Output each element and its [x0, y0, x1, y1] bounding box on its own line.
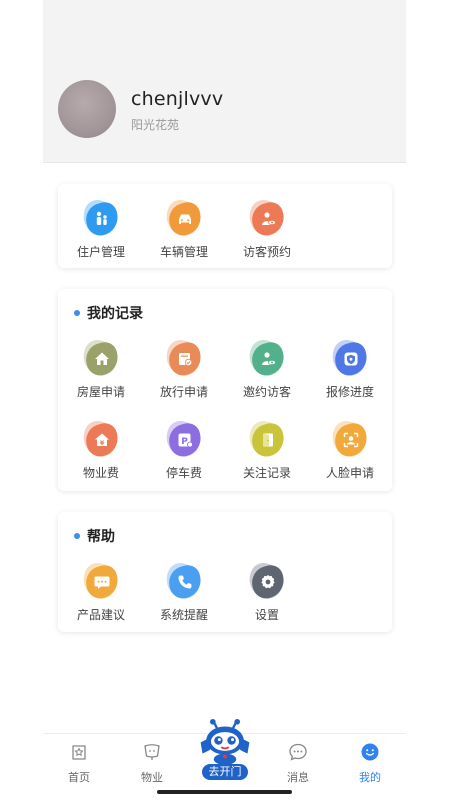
parking-fee-button[interactable]: P 停车费 — [149, 417, 219, 481]
product-suggestion-label: 产品建议 — [76, 608, 125, 622]
tab-property[interactable]: 物业 — [127, 742, 177, 785]
visitor-eye-icon — [259, 210, 277, 228]
follow-record-label: 关注记录 — [242, 466, 291, 480]
face-application-label: 人脸申请 — [325, 466, 374, 480]
invite-visitor-icon — [259, 350, 277, 368]
home-indicator[interactable] — [157, 790, 292, 794]
house-application-label: 房屋申请 — [76, 385, 125, 399]
help-title-text: 帮助 — [87, 529, 115, 545]
tab-home[interactable]: 首页 — [54, 742, 104, 785]
gear-icon — [259, 573, 277, 591]
title-dot — [74, 533, 80, 539]
open-door-label: 去开门 — [202, 764, 248, 780]
profile-screen: chenjlvvv 阳光花苑 住户管理 车辆管理 访客预约 我的记录 房屋申请 … — [43, 0, 406, 800]
open-door-button[interactable]: 去开门 — [193, 718, 257, 782]
home-star-icon — [72, 745, 86, 760]
invite-visitor-button[interactable]: 邀约访客 — [232, 336, 302, 400]
door-icon — [259, 431, 277, 449]
profile-header: chenjlvvv 阳光花苑 — [43, 0, 406, 163]
visitor-appointment-button[interactable]: 访客预约 — [232, 196, 302, 260]
resident-icon — [93, 210, 111, 228]
product-suggestion-button[interactable]: 产品建议 — [66, 559, 136, 623]
tab-messages[interactable]: 消息 — [273, 742, 323, 785]
profile-smile-icon — [361, 743, 379, 761]
property-fee-button[interactable]: ¥ 物业费 — [66, 417, 136, 481]
title-dot — [74, 310, 80, 316]
car-icon — [176, 210, 194, 228]
resident-management-label: 住户管理 — [76, 245, 125, 259]
help-title: 帮助 — [74, 526, 115, 546]
settings-button[interactable]: 设置 — [232, 559, 302, 623]
vehicle-management-label: 车辆管理 — [159, 245, 208, 259]
help-card: 帮助 产品建议 系统提醒 设置 — [58, 512, 392, 632]
property-fee-label: 物业费 — [82, 466, 119, 480]
system-reminder-label: 系统提醒 — [159, 608, 208, 622]
system-reminder-button[interactable]: 系统提醒 — [149, 559, 219, 623]
tab-mine-label: 我的 — [359, 771, 381, 784]
visitor-appointment-label: 访客预约 — [242, 245, 291, 259]
face-icon — [342, 431, 360, 449]
community-name: 阳光花苑 — [131, 118, 180, 132]
face-application-button[interactable]: 人脸申请 — [315, 417, 385, 481]
parking-fee-icon: P — [176, 431, 194, 449]
message-icon — [289, 743, 307, 761]
phone-icon — [176, 573, 194, 591]
username: chenjlvvv — [131, 88, 224, 110]
svg-text:¥: ¥ — [100, 439, 105, 447]
avatar[interactable] — [58, 80, 116, 138]
tab-home-label: 首页 — [68, 771, 90, 784]
resident-management-button[interactable]: 住户管理 — [66, 196, 136, 260]
follow-record-button[interactable]: 关注记录 — [232, 417, 302, 481]
tab-property-label: 物业 — [141, 771, 163, 784]
chat-bubble-icon — [93, 573, 111, 591]
release-application-label: 放行申请 — [159, 385, 208, 399]
repair-progress-label: 报修进度 — [325, 385, 374, 399]
repair-progress-button[interactable]: 报修进度 — [315, 336, 385, 400]
vehicle-management-button[interactable]: 车辆管理 — [149, 196, 219, 260]
management-card: 住户管理 车辆管理 访客预约 — [58, 184, 392, 268]
property-fee-icon: ¥ — [93, 431, 111, 449]
property-icon — [144, 744, 160, 760]
records-title: 我的记录 — [74, 303, 143, 323]
release-application-button[interactable]: 放行申请 — [149, 336, 219, 400]
svg-text:P: P — [181, 437, 188, 447]
repair-shield-icon — [342, 350, 360, 368]
settings-label: 设置 — [254, 608, 279, 622]
tab-messages-label: 消息 — [287, 771, 309, 784]
parking-fee-label: 停车费 — [165, 466, 202, 480]
tab-mine[interactable]: 我的 — [345, 742, 395, 785]
records-title-text: 我的记录 — [87, 306, 143, 322]
house-application-button[interactable]: 房屋申请 — [66, 336, 136, 400]
records-card: 我的记录 房屋申请 放行申请 邀约访客 报修进度 ¥ 物业费 P 停车费 关注记… — [58, 289, 392, 491]
release-icon — [176, 350, 194, 368]
invite-visitor-label: 邀约访客 — [242, 385, 291, 399]
house-icon — [93, 350, 111, 368]
